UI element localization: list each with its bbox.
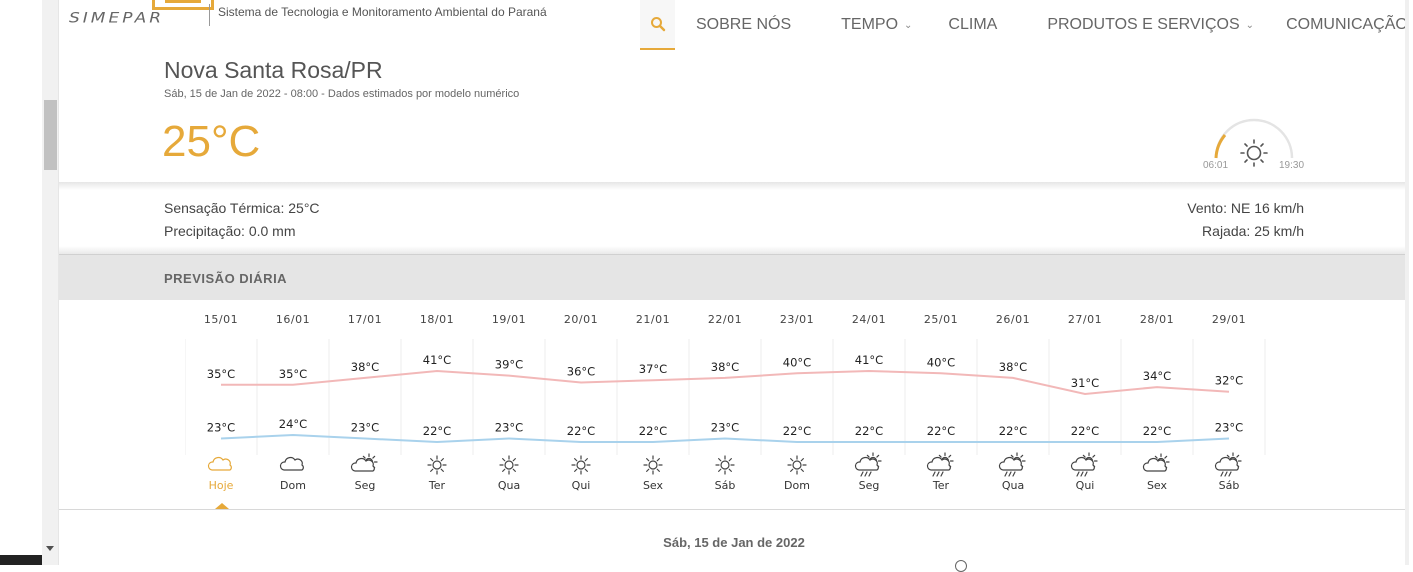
simepar-logo[interactable]: SIMEPAR (69, 0, 219, 28)
forecast-section-title: PREVISÃO DIÁRIA (164, 271, 288, 286)
logo-mark (152, 0, 214, 10)
scrollbar[interactable] (42, 0, 59, 565)
forecast-day-column[interactable] (1049, 305, 1121, 500)
feels-like: Sensação Térmica: 25°C (164, 200, 320, 216)
precipitation: Precipitação: 0.0 mm (164, 223, 296, 239)
current-temperature: 25°C (162, 117, 261, 166)
forecast-day-column[interactable] (545, 305, 617, 500)
divider (59, 246, 1409, 254)
scroll-down-arrow-icon[interactable] (46, 546, 54, 551)
forecast-day-column[interactable] (185, 305, 257, 500)
search-button[interactable] (640, 0, 675, 50)
forecast-day-column[interactable] (257, 305, 329, 500)
chevron-down-icon: ⌄ (904, 19, 913, 31)
wind: Vento: NE 16 km/h (1187, 200, 1304, 216)
nav-produtos-servicos[interactable]: PRODUTOS E SERVIÇOS ⌄ (1047, 0, 1254, 50)
scrollbar-thumb[interactable] (44, 100, 57, 170)
main-nav: SOBRE NÓS TEMPO ⌄ CLIMA PRODUTOS E SERVIÇ… (640, 0, 1413, 50)
sunrise-time: 06:01 (1203, 160, 1229, 171)
partial-weather-icon (955, 560, 967, 572)
nav-sobre-nos[interactable]: SOBRE NÓS (696, 0, 791, 50)
nav-clima[interactable]: CLIMA (948, 0, 997, 50)
location-title: Nova Santa Rosa/PR (164, 57, 383, 83)
forecast-day-column[interactable] (1193, 305, 1265, 500)
sunset-time: 19:30 (1279, 160, 1305, 171)
page-edge (1405, 0, 1409, 565)
nav-tempo[interactable]: TEMPO ⌄ (841, 0, 912, 50)
forecast-day-column[interactable] (833, 305, 905, 500)
gust: Rajada: 25 km/h (1202, 223, 1304, 239)
forecast-day-column[interactable] (401, 305, 473, 500)
search-icon (650, 17, 665, 32)
forecast-day-column[interactable] (1121, 305, 1193, 500)
weather-details: Sensação Térmica: 25°C Precipitação: 0.0… (59, 190, 1409, 248)
logo-text: SIMEPAR (69, 9, 165, 27)
tagline: Sistema de Tecnologia e Monitoramento Am… (209, 4, 547, 26)
forecast-section-header: PREVISÃO DIÁRIA (59, 254, 1409, 300)
divider (59, 182, 1409, 190)
forecast-day-column[interactable] (977, 305, 1049, 500)
forecast-day-column[interactable] (329, 305, 401, 500)
daily-forecast-chart: 15/0135°C23°CHoje16/0135°C24°CDom17/0138… (185, 305, 1266, 500)
forecast-day-column[interactable] (617, 305, 689, 500)
forecast-day-column[interactable] (761, 305, 833, 500)
left-margin (0, 0, 59, 565)
location-subtitle: Sáb, 15 de Jan de 2022 - 08:00 - Dados e… (164, 88, 520, 100)
forecast-day-column[interactable] (905, 305, 977, 500)
chevron-down-icon: ⌄ (1245, 19, 1255, 31)
forecast-day-column[interactable] (473, 305, 545, 500)
forecast-day-column[interactable] (689, 305, 761, 500)
selected-date: Sáb, 15 de Jan de 2022 (663, 535, 805, 550)
page: SIMEPAR Sistema de Tecnologia e Monitora… (59, 0, 1409, 572)
divider (59, 509, 1409, 510)
nav-comunicacao[interactable]: COMUNICAÇÃO⌄ (1286, 0, 1413, 50)
